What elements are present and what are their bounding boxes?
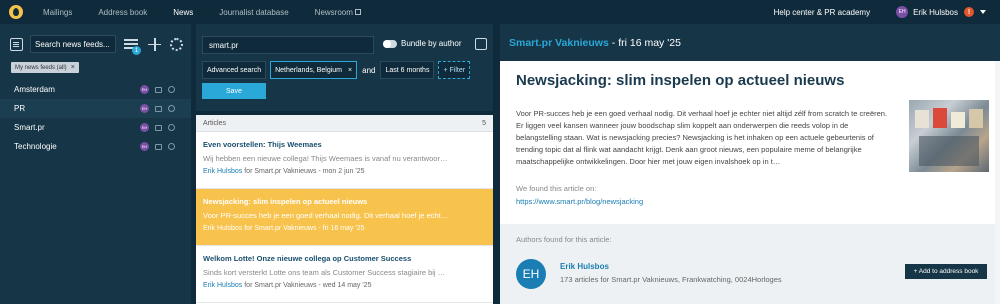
advanced-search-button[interactable]: Advanced search bbox=[202, 61, 267, 79]
authors-section: Authors found for this article: EH Erik … bbox=[500, 224, 1000, 304]
article-item[interactable]: Even voorstellen: Thijs Weemaes Wij hebb… bbox=[196, 132, 493, 189]
search-feeds-input[interactable]: Search news feeds... bbox=[30, 35, 116, 53]
add-filter-button[interactable]: + Filter bbox=[438, 61, 471, 79]
nav-newsroom[interactable]: Newsroom bbox=[315, 8, 361, 17]
filter-count-badge: 1 bbox=[132, 46, 141, 55]
feed-filter-chip[interactable]: My news feeds (all) × bbox=[11, 62, 79, 73]
add-to-address-book-button[interactable]: + Add to address book bbox=[905, 264, 987, 279]
author-name[interactable]: Erik Hulsbos bbox=[560, 262, 609, 271]
owner-avatar: EH bbox=[140, 104, 149, 113]
feeds-sidebar: Search news feeds... 1 My news feeds (al… bbox=[0, 24, 191, 304]
nav-news[interactable]: News bbox=[173, 8, 193, 17]
news-search-input[interactable]: smart.pr bbox=[202, 36, 374, 54]
top-navigation: Mailings Address book News Journalist da… bbox=[0, 0, 1000, 24]
help-center-link[interactable]: Help center & PR academy bbox=[774, 8, 871, 17]
alert-icon[interactable]: ! bbox=[964, 7, 974, 17]
article-source-date: for Smart.pr Vaknieuws - wed 14 may '25 bbox=[242, 282, 372, 289]
article-source-date: for Smart.pr Vaknieuws - fri 16 may '25 bbox=[242, 225, 365, 232]
period-filter[interactable]: Last 6 months bbox=[380, 61, 435, 79]
article-detail: Smart.pr Vaknieuws - fri 16 may '25 News… bbox=[500, 24, 1000, 304]
country-filter-label: Netherlands, Belgium bbox=[275, 66, 343, 74]
owner-avatar: EH bbox=[140, 85, 149, 94]
article-item[interactable]: Welkom Lotte! Onze nieuwe collega op Cus… bbox=[196, 246, 493, 303]
bundle-toggle[interactable] bbox=[383, 40, 397, 48]
close-icon[interactable]: × bbox=[348, 67, 352, 74]
feed-label: Technologie bbox=[14, 142, 57, 151]
feed-item-pr[interactable]: PR EH bbox=[0, 99, 191, 118]
feed-label: PR bbox=[14, 104, 26, 113]
nav-address-book[interactable]: Address book bbox=[98, 8, 147, 17]
add-feed-icon[interactable] bbox=[148, 37, 161, 51]
mail-icon[interactable] bbox=[155, 86, 162, 93]
articles-count: 5 bbox=[482, 119, 486, 127]
article-title: Even voorstellen: Thijs Weemaes bbox=[203, 140, 322, 149]
chip-label: My news feeds (all) bbox=[15, 64, 67, 71]
close-icon[interactable]: × bbox=[71, 64, 75, 71]
nav-journalist-database[interactable]: Journalist database bbox=[219, 8, 288, 17]
view-icon[interactable] bbox=[475, 38, 487, 50]
articles-header: Articles 5 bbox=[196, 115, 493, 132]
authors-header: Authors found for this article: bbox=[516, 235, 612, 244]
scrollbar[interactable] bbox=[995, 61, 1000, 304]
article-title: Newsjacking: slim inspelen op actueel ni… bbox=[203, 197, 368, 206]
country-filter[interactable]: Netherlands, Belgium × bbox=[270, 61, 358, 79]
gear-icon[interactable] bbox=[170, 37, 183, 51]
external-link-icon bbox=[354, 9, 361, 16]
detail-header: Smart.pr Vaknieuws - fri 16 may '25 bbox=[500, 24, 1000, 61]
article-thumbnail bbox=[909, 100, 989, 172]
article-snippet: Sinds kort versterkt Lotte ons team als … bbox=[203, 268, 446, 277]
user-avatar[interactable]: EH bbox=[896, 6, 909, 18]
article-author[interactable]: Erik Hulsbos bbox=[203, 168, 242, 175]
detail-source[interactable]: Smart.pr Vaknieuws bbox=[509, 37, 609, 49]
article-meta: Erik Hulsbos for Smart.pr Vaknieuws - fr… bbox=[203, 225, 486, 232]
owner-avatar: EH bbox=[140, 123, 149, 132]
detail-title: Newsjacking: slim inspelen op actueel ni… bbox=[516, 72, 845, 89]
nav-newsroom-label: Newsroom bbox=[314, 7, 353, 17]
author-avatar: EH bbox=[516, 259, 546, 289]
mail-icon[interactable] bbox=[155, 105, 162, 112]
article-list: Even voorstellen: Thijs Weemaes Wij hebb… bbox=[196, 132, 493, 304]
and-label: and bbox=[362, 65, 376, 75]
article-snippet: Wij hebben een nieuwe collega! Thijs Wee… bbox=[203, 154, 448, 163]
save-button[interactable]: Save bbox=[202, 83, 266, 99]
mute-icon[interactable] bbox=[168, 143, 175, 150]
feed-list-icon[interactable] bbox=[10, 37, 23, 51]
articles-panel: smart.pr Bundle by author Advanced searc… bbox=[196, 24, 493, 304]
article-meta: Erik Hulsbos for Smart.pr Vaknieuws - mo… bbox=[203, 168, 486, 175]
article-source-date: for Smart.pr Vaknieuws - mon 2 jun '25 bbox=[242, 168, 365, 175]
mail-icon[interactable] bbox=[155, 124, 162, 131]
article-snippet: Voor PR-succes heb je een goed verhaal n… bbox=[203, 211, 449, 220]
found-on-label: We found this article on: bbox=[516, 184, 597, 193]
article-author[interactable]: Erik Hulsbos bbox=[203, 282, 242, 289]
feed-label: Amsterdam bbox=[14, 85, 55, 94]
article-title: Welkom Lotte! Onze nieuwe collega op Cus… bbox=[203, 254, 412, 263]
feed-item-smartpr[interactable]: Smart.pr EH bbox=[0, 118, 191, 137]
detail-body: Voor PR-succes heb je een goed verhaal n… bbox=[516, 109, 888, 166]
mute-icon[interactable] bbox=[168, 105, 175, 112]
author-info: 173 articles for Smart.pr Vaknieuws, Fra… bbox=[560, 275, 782, 284]
filter-settings-icon[interactable]: 1 bbox=[124, 37, 141, 55]
detail-date: - fri 16 may '25 bbox=[611, 36, 681, 49]
feed-list: Amsterdam EH PR EH Smart.pr EH Technolog… bbox=[0, 80, 191, 156]
mute-icon[interactable] bbox=[168, 124, 175, 131]
article-link[interactable]: https://www.smart.pr/blog/newsjacking bbox=[516, 197, 643, 206]
feed-label: Smart.pr bbox=[14, 123, 45, 132]
article-item-selected[interactable]: Newsjacking: slim inspelen op actueel ni… bbox=[196, 189, 493, 246]
nav-mailings[interactable]: Mailings bbox=[43, 8, 72, 17]
feed-item-technologie[interactable]: Technologie EH bbox=[0, 137, 191, 156]
bundle-label: Bundle by author bbox=[401, 39, 462, 48]
article-author[interactable]: Erik Hulsbos bbox=[203, 225, 242, 232]
feed-item-amsterdam[interactable]: Amsterdam EH bbox=[0, 80, 191, 99]
app-logo[interactable] bbox=[9, 5, 23, 19]
mail-icon[interactable] bbox=[155, 143, 162, 150]
mute-icon[interactable] bbox=[168, 86, 175, 93]
user-name[interactable]: Erik Hulsbos bbox=[913, 8, 958, 17]
chevron-down-icon[interactable] bbox=[980, 10, 986, 14]
search-area: smart.pr Bundle by author Advanced searc… bbox=[196, 24, 493, 111]
article-meta: Erik Hulsbos for Smart.pr Vaknieuws - we… bbox=[203, 282, 486, 289]
owner-avatar: EH bbox=[140, 142, 149, 151]
articles-header-label: Articles bbox=[203, 119, 226, 127]
